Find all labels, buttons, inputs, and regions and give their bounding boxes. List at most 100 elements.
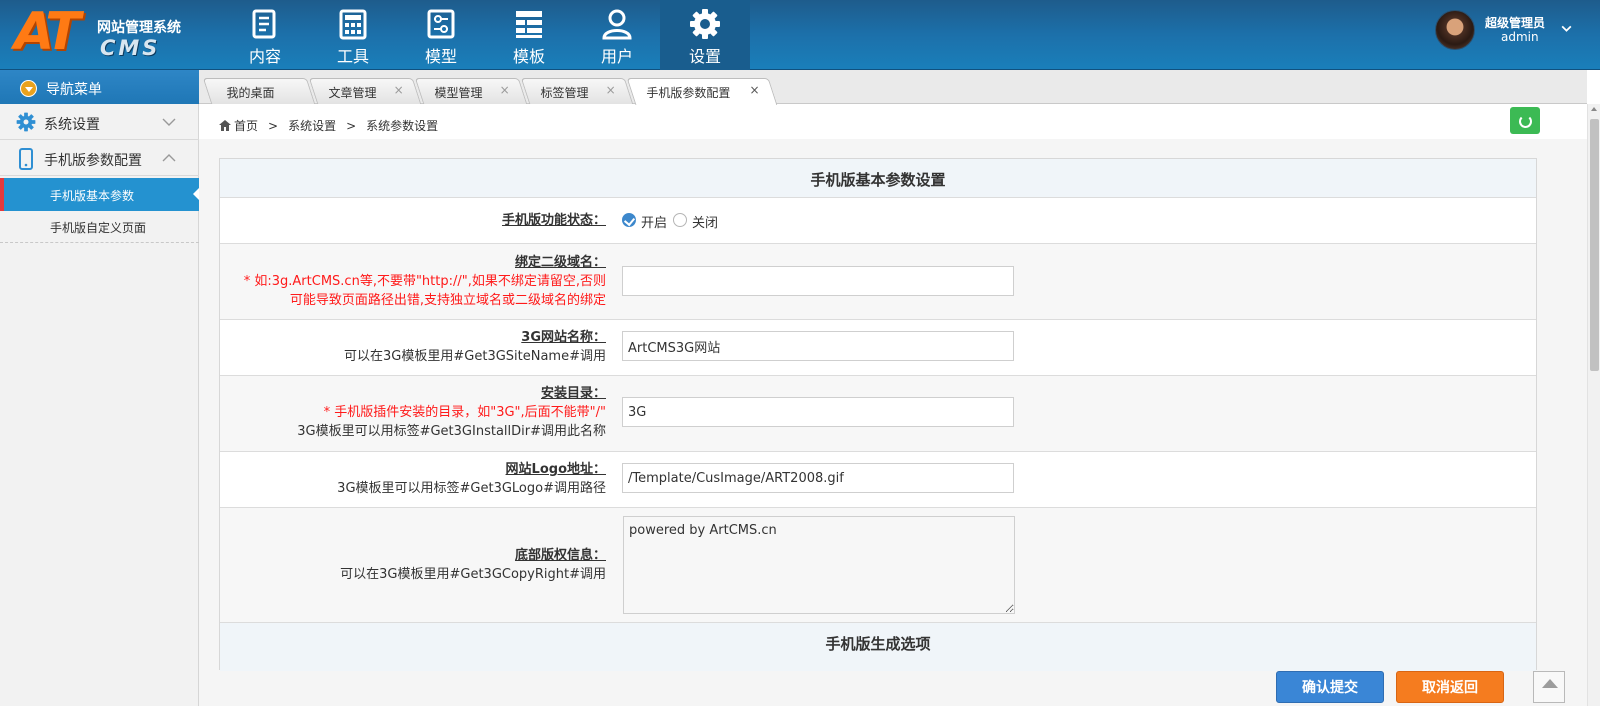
gear-icon — [16, 112, 36, 132]
sidebar-section-label: 系统设置 — [44, 117, 100, 133]
tab-my-desktop[interactable]: 我的桌面 — [202, 78, 316, 104]
gear-icon — [690, 9, 720, 39]
user-name: admin — [1501, 30, 1539, 44]
status-off-label[interactable]: 关闭 — [692, 212, 718, 231]
logo-cms-text: CMS — [100, 36, 161, 60]
nav-menu-header[interactable]: 导航菜单 — [0, 70, 199, 104]
site-name-input[interactable] — [622, 331, 1014, 361]
breadcrumb-system-settings[interactable]: 系统设置 — [288, 119, 336, 133]
sidebar-section-mobile-config[interactable]: 手机版参数配置 — [0, 140, 199, 176]
tab-label: 标签管理 — [540, 86, 589, 100]
domain-note: 可能导致页面路径出错,支持独立域名或二级域名的绑定 — [289, 293, 606, 308]
tab-article-management[interactable]: 文章管理 × — [308, 78, 422, 104]
tab-label: 手机版参数配置 — [646, 86, 731, 100]
sidebar: 导航菜单 系统设置 手机版参数配置 手机版基本参数 手机版自定义页面 — [0, 70, 199, 706]
install-dir-note: * 手机版插件安装的目录，如"3G",后面不能带"/" — [323, 405, 606, 420]
topnav-content[interactable]: 内容 — [220, 0, 310, 70]
topnav-template[interactable]: 模板 — [484, 0, 574, 70]
nav-toggle-icon — [20, 80, 37, 97]
user-menu[interactable]: 超级管理员 admin — [1435, 9, 1595, 59]
install-dir-note: 3G模板里可以用标签#Get3GInstallDir#调用此名称 — [297, 424, 606, 439]
domain-label: 绑定二级域名： — [514, 255, 606, 270]
sidebar-item-mobile-custom-pages[interactable]: 手机版自定义页面 — [0, 210, 199, 243]
install-dir-input[interactable] — [622, 397, 1014, 427]
sidebar-item-label: 手机版基本参数 — [50, 189, 135, 203]
logo-url-label: 网站Logo地址： — [505, 462, 606, 477]
tab-close-icon[interactable]: × — [750, 83, 760, 97]
breadcrumb-current: 系统参数设置 — [366, 119, 439, 133]
form-title: 手机版基本参数设置 — [810, 171, 946, 189]
breadcrumb: 首页 > 系统设置 > 系统参数设置 — [219, 117, 448, 134]
breadcrumb-separator: > — [268, 119, 279, 133]
tab-label: 文章管理 — [328, 86, 377, 100]
status-on-radio[interactable] — [622, 213, 636, 227]
refresh-button[interactable] — [1510, 107, 1540, 134]
topnav-label: 内容 — [248, 47, 281, 66]
topnav-settings[interactable]: 设置 — [660, 0, 750, 70]
topnav-tools[interactable]: 工具 — [308, 0, 398, 70]
topnav-label: 工具 — [336, 47, 369, 66]
form-header: 手机版基本参数设置 — [220, 159, 1536, 198]
cancel-button[interactable]: 取消返回 — [1396, 671, 1504, 703]
tab-close-icon[interactable]: × — [606, 83, 616, 97]
site-name-label: 3G网站名称： — [521, 330, 606, 345]
logo: AT 网站管理系统 CMS — [0, 0, 230, 70]
logo-url-label-group: 网站Logo地址： 3G模板里可以用标签#Get3GLogo#调用路径 — [337, 460, 606, 498]
copyright-textarea[interactable]: powered by ArtCMS.cn — [623, 516, 1015, 614]
system-name: 网站管理系统 — [97, 20, 181, 36]
topnav-user[interactable]: 用户 — [572, 0, 662, 70]
status-off-radio[interactable] — [673, 213, 687, 227]
submit-button[interactable]: 确认提交 — [1276, 671, 1384, 703]
install-dir-label: 安装目录： — [540, 386, 606, 401]
scroll-up-arrow-icon[interactable] — [1591, 107, 1597, 111]
scrollbar[interactable] — [1587, 104, 1600, 706]
domain-note: * 如:3g.ArtCMS.cn等,不要带"http://",如果不绑定请留空,… — [243, 274, 606, 289]
tab-close-icon[interactable]: × — [394, 83, 404, 97]
sidebar-item-mobile-basic-params[interactable]: 手机版基本参数 — [0, 178, 199, 211]
row-copyright: 底部版权信息： 可以在3G模板里用#Get3GCopyRight#调用 powe… — [220, 508, 1536, 623]
home-icon — [219, 120, 231, 131]
chevron-down-icon — [1561, 25, 1572, 32]
row-site-name: 3G网站名称： 可以在3G模板里用#Get3GSiteName#调用 — [220, 320, 1536, 376]
tab-mobile-param-config[interactable]: 手机版参数配置 × — [626, 78, 778, 105]
site-name-note: 可以在3G模板里用#Get3GSiteName#调用 — [344, 349, 606, 364]
copyright-label: 底部版权信息： — [514, 548, 606, 563]
layers-icon — [516, 11, 542, 38]
status-on-label[interactable]: 开启 — [641, 212, 667, 231]
avatar — [1435, 10, 1475, 50]
tab-close-icon[interactable]: × — [500, 83, 510, 97]
topnav-label: 模型 — [424, 47, 457, 66]
topnav-label: 用户 — [600, 47, 633, 66]
chevron-up-icon — [162, 154, 176, 162]
domain-input[interactable] — [622, 266, 1014, 296]
section2-header: 手机版生成选项 — [220, 623, 1536, 671]
user-role: 超级管理员 — [1485, 16, 1546, 30]
topnav-model[interactable]: 模型 — [396, 0, 486, 70]
topnav-label: 设置 — [688, 47, 721, 66]
document-icon — [252, 9, 276, 39]
row-bind-domain: 绑定二级域名： * 如:3g.ArtCMS.cn等,不要带"http://",如… — [220, 244, 1536, 320]
tab-label: 模型管理 — [434, 86, 483, 100]
status-label: 手机版功能状态： — [501, 213, 606, 228]
nav-menu-title: 导航菜单 — [46, 82, 102, 98]
settings-form: 手机版基本参数设置 手机版功能状态： 开启 关闭 绑定二级域名： * 如:3g.… — [219, 158, 1537, 671]
chevron-down-icon — [162, 118, 176, 126]
logo-url-input[interactable] — [622, 463, 1014, 493]
install-dir-label-group: 安装目录： * 手机版插件安装的目录，如"3G",后面不能带"/" 3G模板里可… — [297, 384, 606, 441]
mobile-icon — [19, 148, 33, 170]
copyright-label-group: 底部版权信息： 可以在3G模板里用#Get3GCopyRight#调用 — [340, 546, 606, 584]
row-install-dir: 安装目录： * 手机版插件安装的目录，如"3G",后面不能带"/" 3G模板里可… — [220, 376, 1536, 452]
copyright-note: 可以在3G模板里用#Get3GCopyRight#调用 — [340, 567, 606, 582]
sidebar-section-system-settings[interactable]: 系统设置 — [0, 104, 199, 140]
breadcrumb-separator: > — [346, 119, 357, 133]
logo-url-note: 3G模板里可以用标签#Get3GLogo#调用路径 — [337, 481, 606, 496]
logo-mark: AT — [14, 2, 81, 62]
breadcrumb-home[interactable]: 首页 — [234, 119, 258, 133]
tab-tag-management[interactable]: 标签管理 × — [520, 78, 634, 104]
scrollbar-thumb[interactable] — [1590, 119, 1599, 371]
row-mobile-status: 手机版功能状态： 开启 关闭 — [220, 198, 1536, 244]
back-to-top-button[interactable] — [1533, 671, 1565, 703]
tab-model-management[interactable]: 模型管理 × — [414, 78, 528, 104]
tab-bar: 我的桌面 文章管理 × 模型管理 × 标签管理 × 手机版参数配置 × — [199, 70, 1587, 105]
breadcrumb-bar: 首页 > 系统设置 > 系统参数设置 — [199, 105, 1587, 139]
